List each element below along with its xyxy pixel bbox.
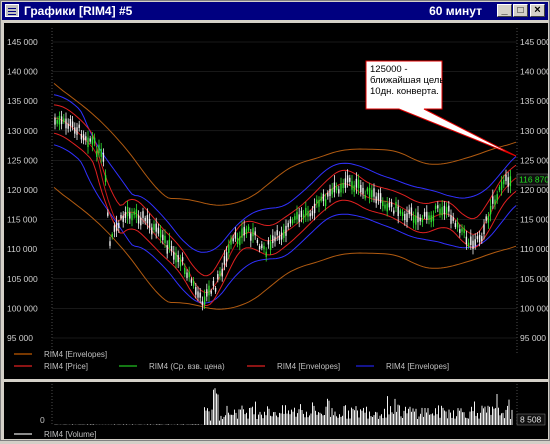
- y-tick-left: 140 000: [7, 67, 38, 77]
- chart-window: Графики [RIM4] #5 60 минут _ □ × 145 000…: [0, 0, 550, 441]
- y-tick-right: 130 000: [520, 126, 548, 136]
- y-tick-left: 95 000: [7, 333, 33, 343]
- y-tick-left: 145 000: [7, 37, 38, 47]
- price-chart-panel[interactable]: 145 000 145 000 140 000 140 000 135 000 135 0…: [4, 23, 548, 379]
- price-candles: [54, 111, 511, 311]
- timeframe-label[interactable]: 60 минут: [429, 4, 482, 18]
- volume-chart[interactable]: 0 8 508 RIM4 [Volume]: [4, 382, 548, 439]
- annotation-callout[interactable]: 125000 - ближайшая цель 10дн. конверта.: [366, 61, 516, 156]
- y-tick-left: 125 000: [7, 155, 38, 165]
- close-button[interactable]: ×: [530, 4, 545, 17]
- volume-legend-label: RIM4 [Volume]: [44, 430, 96, 439]
- envelope-blue-upper: [54, 95, 516, 253]
- volume-zero-label: 0: [40, 415, 45, 425]
- y-tick-right: 100 000: [520, 303, 548, 313]
- annotation-line-2: ближайшая цель: [370, 75, 444, 86]
- volume-panel[interactable]: 0 8 508 RIM4 [Volume]: [4, 382, 548, 439]
- y-tick-right: 115 000: [520, 215, 548, 225]
- y-tick-left: 100 000: [7, 303, 38, 313]
- y-tick-left: 120 000: [7, 185, 38, 195]
- y-tick-left: 105 000: [7, 274, 38, 284]
- legend-item-2[interactable]: RIM4 [Price]: [44, 362, 88, 371]
- y-tick-left: 130 000: [7, 126, 38, 136]
- y-tick-right: 105 000: [520, 274, 548, 284]
- y-tick-left: 115 000: [7, 215, 37, 225]
- price-grid: [52, 28, 517, 353]
- window-title: Графики [RIM4] #5: [24, 4, 132, 18]
- y-tick-right: 140 000: [520, 67, 548, 77]
- legend-item-1[interactable]: RIM4 [Envelopes]: [44, 350, 107, 359]
- chart-window-icon[interactable]: [5, 4, 19, 17]
- y-tick-left: 110 000: [7, 244, 37, 254]
- envelope-lines: [54, 83, 516, 309]
- volume-last-value: 8 508: [520, 415, 542, 425]
- legend-item-4[interactable]: RIM4 [Envelopes]: [277, 362, 340, 371]
- y-tick-right: 110 000: [520, 244, 548, 254]
- legend-item-3[interactable]: RIM4 (Ср. взв. цена): [149, 362, 225, 371]
- volume-bars: [54, 388, 513, 425]
- y-tick-right: 95 000: [520, 333, 546, 343]
- legend-item-5[interactable]: RIM4 [Envelopes]: [386, 362, 449, 371]
- price-chart[interactable]: 145 000 145 000 140 000 140 000 135 000 135 0…: [4, 23, 548, 379]
- y-tick-right: 145 000: [520, 37, 548, 47]
- y-tick-right: 120 000: [520, 185, 548, 195]
- annotation-line-3: 10дн. конверта.: [370, 86, 439, 97]
- maximize-button[interactable]: □: [513, 4, 528, 17]
- y-tick-left: 135 000: [7, 96, 38, 106]
- chart-legend[interactable]: RIM4 [Envelopes] RIM4 [Price] RIM4 (Ср. вз…: [14, 350, 449, 371]
- y-tick-right: 125 000: [520, 155, 548, 165]
- minimize-button[interactable]: _: [497, 4, 512, 17]
- volume-legend[interactable]: RIM4 [Volume]: [14, 430, 96, 439]
- y-tick-right: 135 000: [520, 96, 548, 106]
- envelope-outer-upper: [54, 83, 516, 205]
- annotation-line-1: 125000 -: [370, 64, 408, 75]
- title-bar[interactable]: Графики [RIM4] #5 60 минут _ □ ×: [2, 2, 548, 20]
- current-price-marker: 116 870: [517, 174, 548, 185]
- current-price-label: 116 870: [519, 175, 548, 185]
